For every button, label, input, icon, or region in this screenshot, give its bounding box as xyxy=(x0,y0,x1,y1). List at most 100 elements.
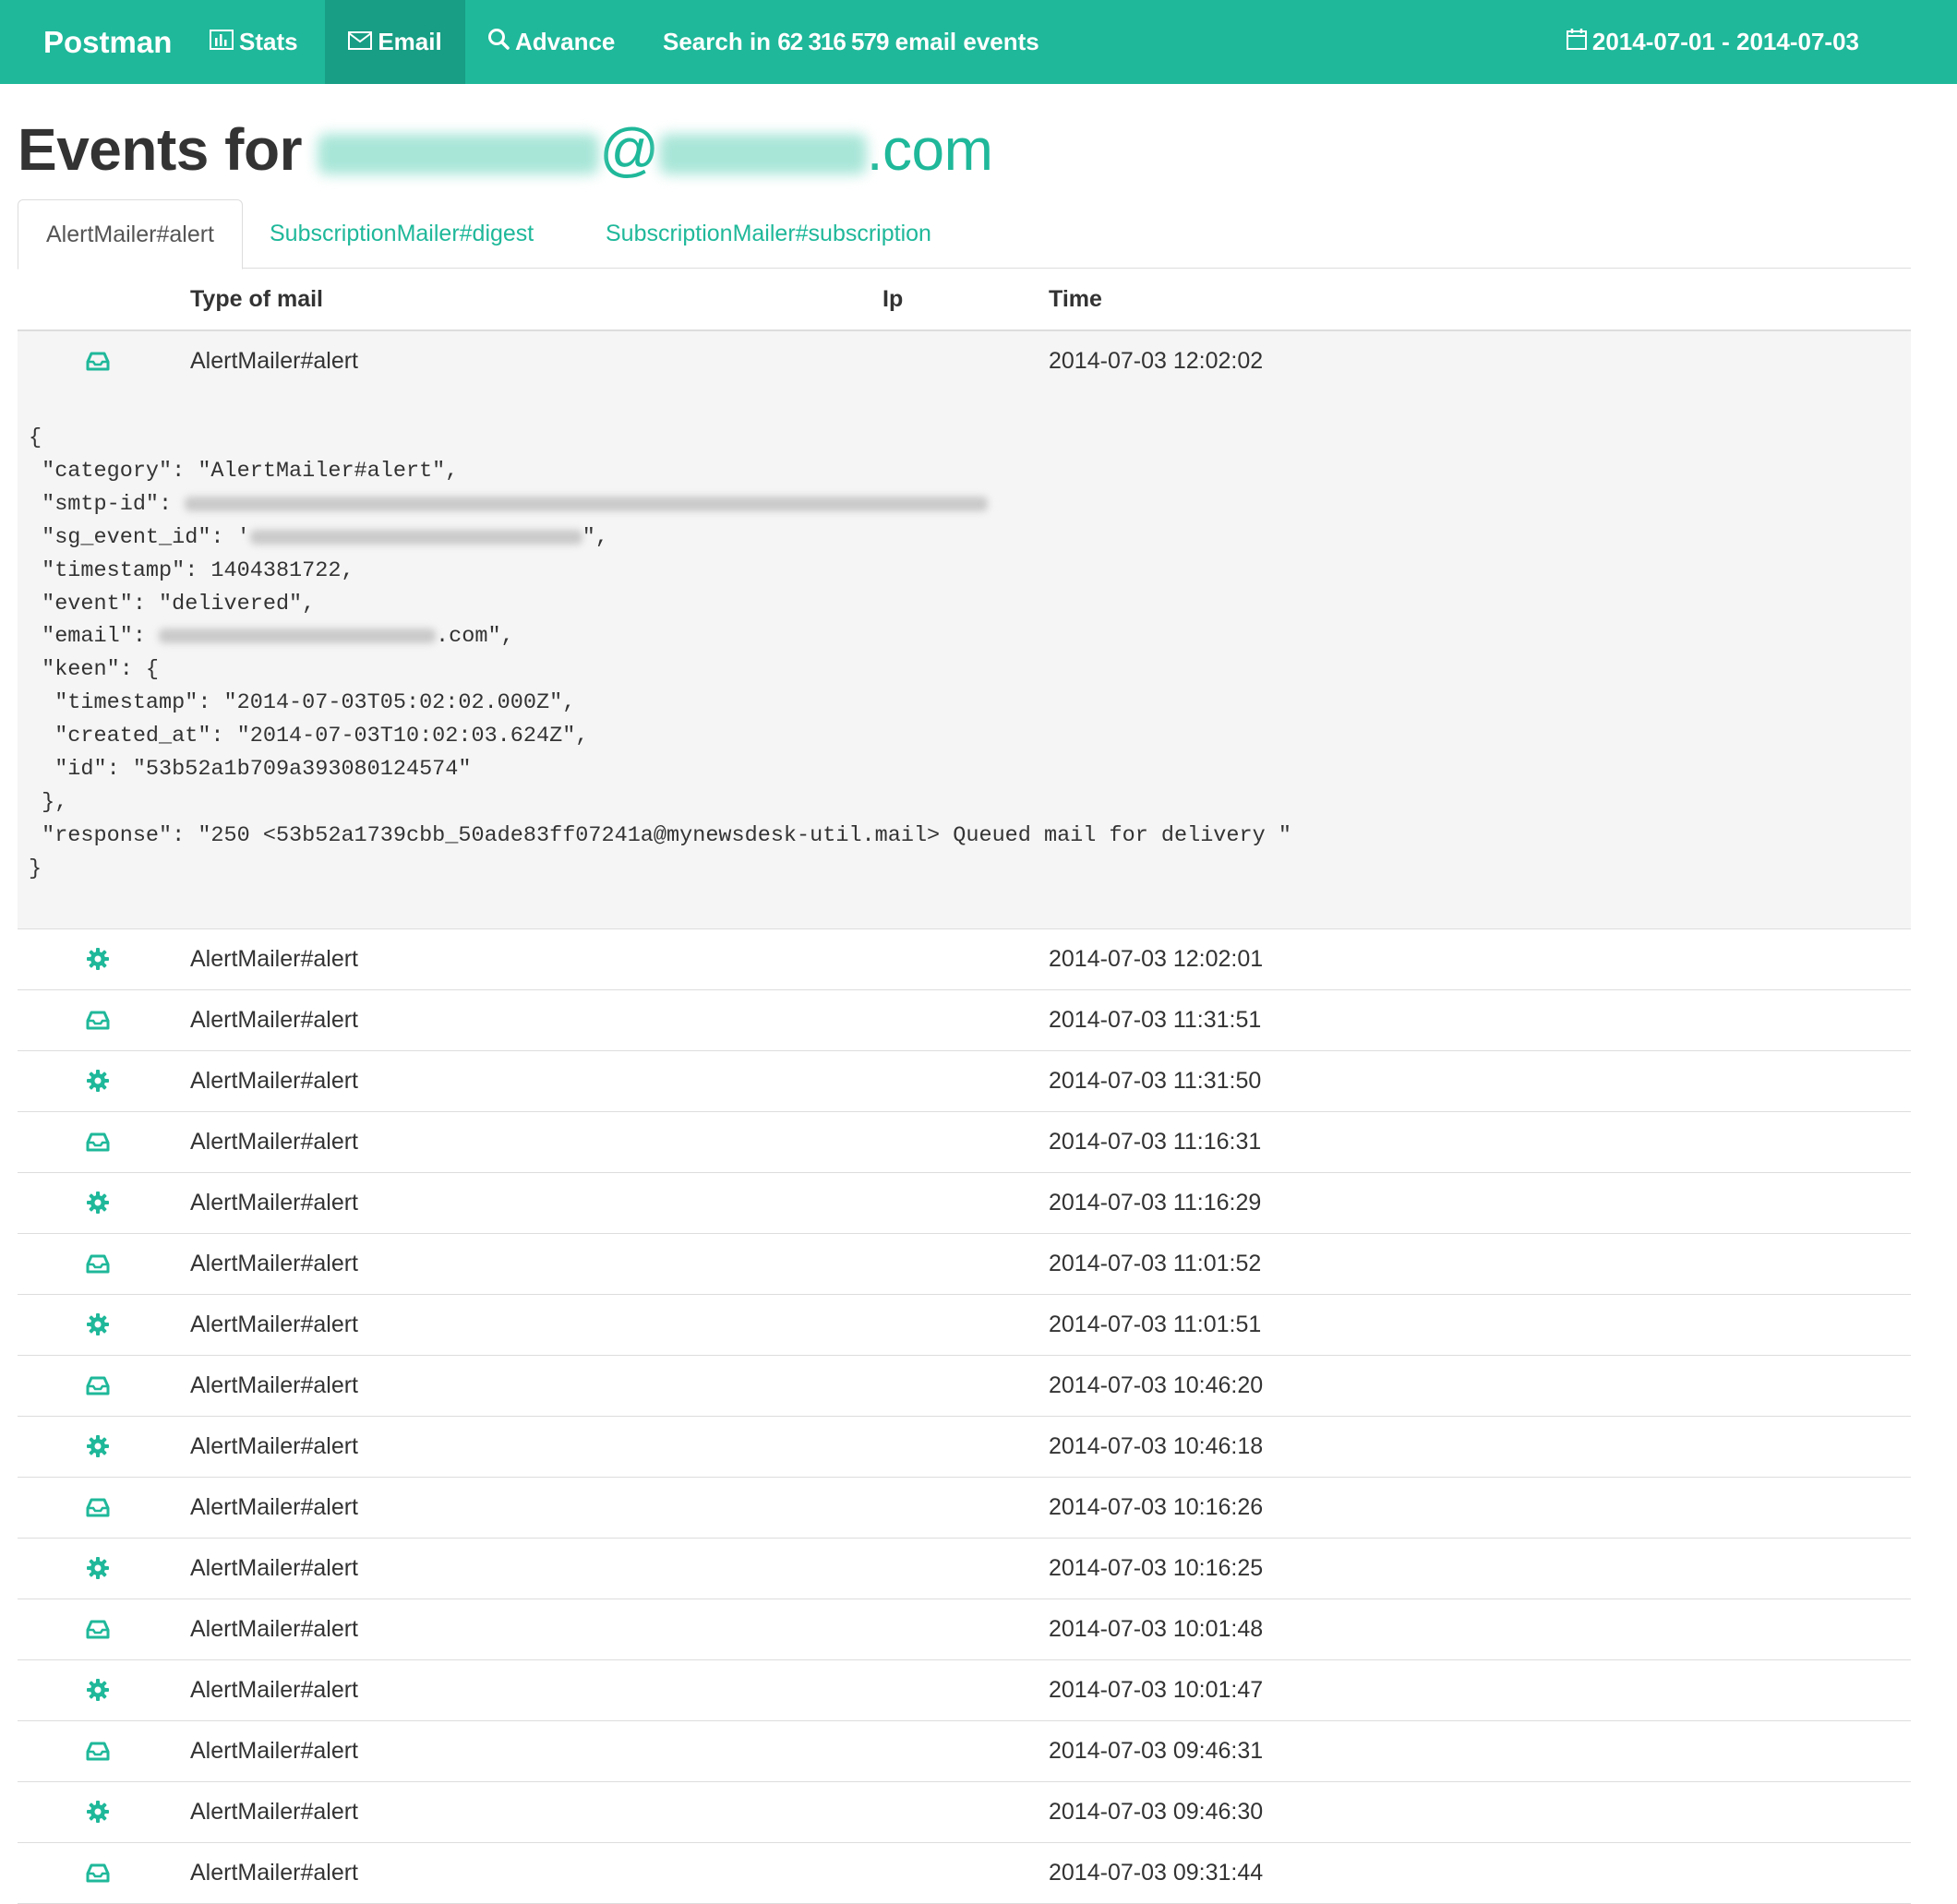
search-prefix: Search in xyxy=(663,28,772,55)
nav-email[interactable]: Email xyxy=(325,0,465,84)
row-time: 2014-07-03 10:01:48 xyxy=(1049,1616,1264,1642)
row-time: 2014-07-03 10:16:25 xyxy=(1049,1555,1264,1581)
title-email: @ .com xyxy=(318,116,993,183)
table-row[interactable]: AlertMailer#alert 2014-07-03 11:01:52 xyxy=(18,1234,1911,1295)
calendar-icon xyxy=(1566,0,1587,84)
gear-icon xyxy=(86,947,110,971)
table-row[interactable]: AlertMailer#alert 2014-07-03 10:46:18 xyxy=(18,1417,1911,1478)
row-time: 2014-07-03 09:31:44 xyxy=(1049,1860,1264,1886)
table-row[interactable]: AlertMailer#alert 2014-07-03 10:16:26 xyxy=(18,1478,1911,1539)
event-json: { "category": "AlertMailer#alert", "smtp… xyxy=(29,422,1291,886)
json-line: "created_at": "2014-07-03T10:02:03.624Z"… xyxy=(29,724,589,749)
json-line: }, xyxy=(29,789,68,815)
json-line: "id": "53b52a1b709a393080124574" xyxy=(29,757,472,783)
gear-icon xyxy=(86,1434,110,1458)
nav-advance-label: Advance xyxy=(515,28,616,55)
table-row[interactable]: AlertMailer#alert 2014-07-03 09:46:31 xyxy=(18,1721,1911,1782)
tab-subscriptionmailer-subscription[interactable]: SubscriptionMailer#subscription xyxy=(606,199,931,268)
json-line: "keen": { xyxy=(29,657,160,683)
table-row[interactable]: AlertMailer#alert 2014-07-03 10:01:48 xyxy=(18,1599,1911,1660)
row-time: 2014-07-03 11:16:31 xyxy=(1049,1129,1262,1155)
redacted-email-host xyxy=(658,134,867,175)
date-range-label: 2014-07-01 - 2014-07-03 xyxy=(1591,28,1859,55)
table-row[interactable]: AlertMailer#alert 2014-07-03 10:46:20 xyxy=(18,1356,1911,1417)
row-time: 2014-07-03 09:46:31 xyxy=(1049,1738,1264,1764)
inbox-icon xyxy=(86,1008,110,1032)
json-line: ", xyxy=(582,524,608,550)
row-time: 2014-07-03 10:46:18 xyxy=(1049,1433,1264,1459)
header-time: Time xyxy=(1049,286,1102,312)
row-type: AlertMailer#alert xyxy=(190,1616,359,1642)
row-type: AlertMailer#alert xyxy=(190,1860,359,1886)
nav-email-label: Email xyxy=(378,28,442,55)
redacted-sg-event-id xyxy=(249,529,582,545)
gear-icon xyxy=(86,1069,110,1093)
nav-search-events[interactable]: Search in 62 316 579 email events xyxy=(663,0,1039,84)
row-time: 2014-07-03 11:01:51 xyxy=(1049,1311,1262,1337)
row-type: AlertMailer#alert xyxy=(190,1190,359,1215)
row-type: AlertMailer#alert xyxy=(190,1311,359,1337)
table-row[interactable]: AlertMailer#alert 2014-07-03 12:02:01 xyxy=(18,929,1911,990)
row-time: 2014-07-03 10:01:47 xyxy=(1049,1677,1264,1703)
table-row[interactable]: AlertMailer#alert 2014-07-03 11:31:51 xyxy=(18,990,1911,1051)
date-range-picker[interactable]: 2014-07-01 - 2014-07-03 xyxy=(1566,0,1859,84)
top-navbar: Postman Stats Email Advance Search in 62… xyxy=(0,0,1957,84)
brand-logo[interactable]: Postman xyxy=(43,0,172,84)
redacted-smtp-id xyxy=(185,496,989,511)
table-header: Type of mail Ip Time xyxy=(18,269,1911,331)
table-row[interactable]: AlertMailer#alert 2014-07-03 11:16:29 xyxy=(18,1173,1911,1234)
redacted-email xyxy=(159,629,437,644)
row-type: AlertMailer#alert xyxy=(190,1068,359,1094)
tab-subscriptionmailer-digest[interactable]: SubscriptionMailer#digest xyxy=(270,199,534,268)
search-suffix: email events xyxy=(894,28,1039,55)
row-type: AlertMailer#alert xyxy=(190,1433,359,1459)
bar-chart-icon xyxy=(210,0,234,84)
event-rows: AlertMailer#alert 2014-07-03 12:02:01 Al… xyxy=(18,929,1911,1904)
nav-stats-label: Stats xyxy=(239,28,298,55)
title-prefix: Events for xyxy=(18,116,302,183)
json-line: "smtp-id": xyxy=(29,491,186,517)
inbox-icon xyxy=(86,1130,110,1154)
table-row[interactable]: AlertMailer#alert 2014-07-03 11:16:31 xyxy=(18,1112,1911,1173)
json-line: "event": "delivered", xyxy=(29,591,316,617)
row-time: 2014-07-03 11:01:52 xyxy=(1049,1251,1262,1276)
json-line: "timestamp": "2014-07-03T05:02:02.000Z", xyxy=(29,690,576,716)
row-type: AlertMailer#alert xyxy=(190,1372,359,1398)
inbox-icon xyxy=(86,1739,110,1763)
gear-icon xyxy=(86,1800,110,1824)
event-time: 2014-07-03 12:02:02 xyxy=(1049,348,1264,374)
nav-advance[interactable]: Advance xyxy=(487,0,615,84)
inbox-icon xyxy=(86,1495,110,1519)
table-row[interactable]: AlertMailer#alert 2014-07-03 11:01:51 xyxy=(18,1295,1911,1356)
row-type: AlertMailer#alert xyxy=(190,1007,359,1033)
json-line: "response": "250 <53b52a1739cbb_50ade83f… xyxy=(29,822,1291,848)
row-type: AlertMailer#alert xyxy=(190,1738,359,1764)
table-row[interactable]: AlertMailer#alert 2014-07-03 11:31:50 xyxy=(18,1051,1911,1112)
table-row[interactable]: AlertMailer#alert 2014-07-03 10:16:25 xyxy=(18,1539,1911,1599)
title-email-domain: .com xyxy=(866,116,993,183)
inbox-icon xyxy=(86,1861,110,1885)
table-row[interactable]: AlertMailer#alert 2014-07-03 09:31:44 xyxy=(18,1843,1911,1904)
page-title: Events for @ .com xyxy=(18,113,993,186)
json-line: "sg_event_id": ' xyxy=(29,524,250,550)
row-type: AlertMailer#alert xyxy=(190,946,359,972)
gear-icon xyxy=(86,1191,110,1215)
row-time: 2014-07-03 12:02:01 xyxy=(1049,946,1264,972)
table-row[interactable]: AlertMailer#alert 2014-07-03 10:01:47 xyxy=(18,1660,1911,1721)
expanded-event-row[interactable]: AlertMailer#alert 2014-07-03 12:02:02 { … xyxy=(18,331,1911,929)
json-line: "timestamp": 1404381722, xyxy=(29,557,354,583)
table-row[interactable]: AlertMailer#alert 2014-07-03 09:46:30 xyxy=(18,1782,1911,1843)
gear-icon xyxy=(86,1312,110,1336)
header-type: Type of mail xyxy=(190,286,324,312)
row-time: 2014-07-03 10:16:26 xyxy=(1049,1494,1264,1520)
json-line: "email": xyxy=(29,624,160,650)
row-type: AlertMailer#alert xyxy=(190,1799,359,1825)
gear-icon xyxy=(86,1556,110,1580)
nav-stats[interactable]: Stats xyxy=(208,0,300,84)
tab-alertmailer-alert[interactable]: AlertMailer#alert xyxy=(18,199,243,269)
row-type: AlertMailer#alert xyxy=(190,1677,359,1703)
redacted-email-user xyxy=(318,134,600,175)
inbox-icon xyxy=(86,1617,110,1641)
row-type: AlertMailer#alert xyxy=(190,1555,359,1581)
row-time: 2014-07-03 11:31:51 xyxy=(1049,1007,1262,1033)
